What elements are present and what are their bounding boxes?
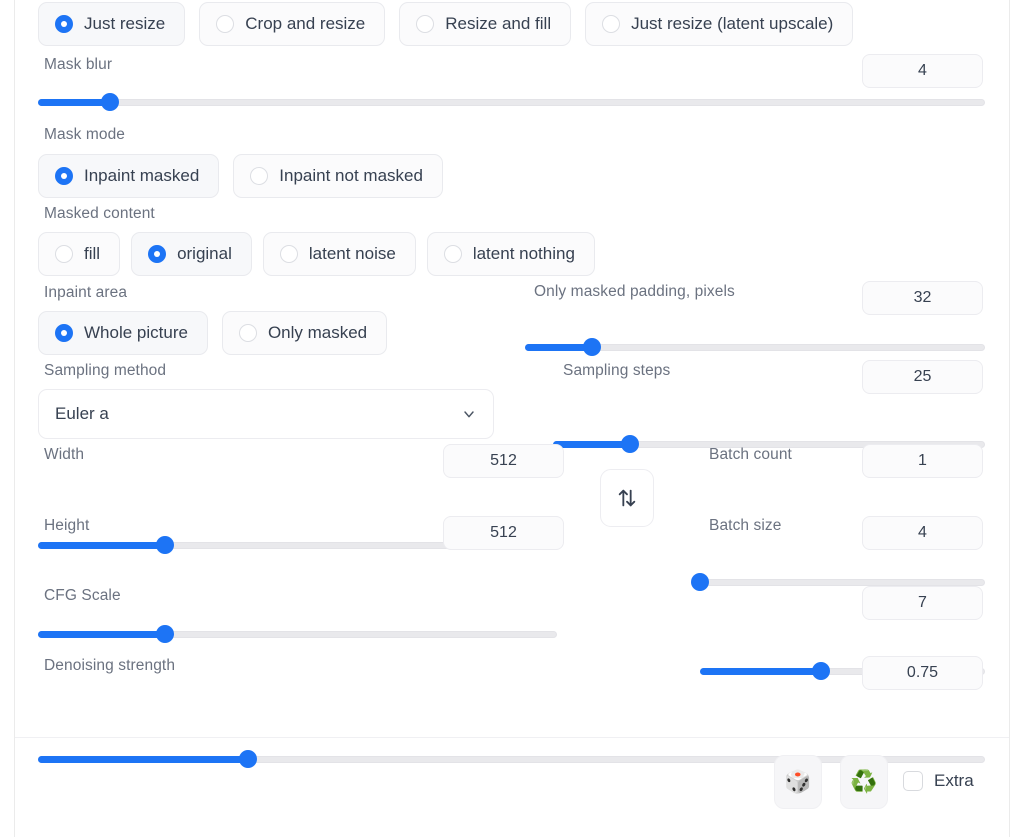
slider-track	[38, 99, 985, 106]
inpaint-area-option-label: Only masked	[267, 323, 368, 342]
radio-icon	[443, 245, 462, 263]
panel-left-border	[14, 0, 15, 837]
sampling-method-value: Euler a	[55, 404, 109, 423]
resize-mode-group: Just resize Crop and resize Resize and f…	[38, 2, 854, 46]
slider-track	[700, 579, 985, 586]
radio-icon	[238, 324, 257, 342]
mask-blur-value[interactable]: 4	[862, 54, 983, 88]
masked-content-option-latent-noise[interactable]: latent noise	[262, 232, 416, 276]
slider-fill	[38, 631, 166, 638]
radio-icon	[148, 245, 167, 263]
resize-mode-label: Just resize (latent upscale)	[631, 14, 834, 33]
resize-mode-option-crop-and-resize[interactable]: Crop and resize	[199, 2, 386, 46]
only-masked-padding-slider[interactable]	[525, 338, 985, 356]
inpaint-area-option-whole-picture[interactable]: Whole picture	[38, 311, 208, 355]
height-value[interactable]: 512	[443, 516, 564, 550]
slider-thumb[interactable]	[100, 93, 119, 111]
extra-checkbox[interactable]	[903, 771, 923, 791]
masked-content-label: Masked content	[44, 205, 155, 222]
masked-content-option-original[interactable]: original	[131, 232, 252, 276]
dice-icon: 🎲	[784, 769, 812, 794]
mask-mode-option-label: Inpaint not masked	[279, 166, 423, 185]
slider-thumb[interactable]	[620, 435, 639, 453]
resize-mode-option-resize-and-fill[interactable]: Resize and fill	[399, 2, 572, 46]
inpaint-area-group: Whole picture Only masked	[38, 311, 388, 355]
mask-mode-option-label: Inpaint masked	[84, 166, 200, 185]
slider-thumb[interactable]	[582, 338, 601, 356]
radio-icon	[602, 15, 621, 33]
resize-mode-label: Crop and resize	[245, 14, 366, 33]
batch-size-label: Batch size	[709, 517, 782, 534]
slider-thumb[interactable]	[691, 573, 709, 591]
inpaint-area-option-only-masked[interactable]: Only masked	[221, 311, 388, 355]
inpaint-area-option-label: Whole picture	[84, 323, 188, 342]
mask-mode-option-inpaint-masked[interactable]: Inpaint masked	[38, 154, 220, 198]
height-slider[interactable]	[38, 625, 557, 643]
mask-mode-group: Inpaint masked Inpaint not masked	[38, 154, 443, 198]
masked-content-group: fill original latent noise latent nothin…	[38, 232, 595, 276]
radio-icon	[55, 324, 73, 342]
radio-icon	[250, 167, 269, 185]
slider-fill	[700, 668, 822, 675]
panel-right-border	[1009, 0, 1010, 837]
sampling-steps-label: Sampling steps	[563, 362, 671, 379]
slider-fill	[38, 542, 166, 549]
denoising-strength-value[interactable]: 0.75	[862, 656, 983, 690]
random-seed-button[interactable]: 🎲	[774, 755, 822, 809]
radio-icon	[55, 245, 73, 263]
slider-thumb[interactable]	[239, 750, 258, 768]
img2img-settings-panel: Just resize Crop and resize Resize and f…	[0, 0, 1024, 837]
slider-fill	[38, 756, 249, 763]
masked-content-option-label: fill	[84, 244, 101, 263]
mask-mode-option-inpaint-not-masked[interactable]: Inpaint not masked	[233, 154, 443, 198]
only-masked-padding-label: Only masked padding, pixels	[534, 283, 735, 300]
slider-thumb[interactable]	[156, 536, 175, 554]
masked-content-option-label: latent nothing	[472, 244, 575, 263]
sampling-steps-value[interactable]: 25	[862, 360, 983, 394]
cfg-scale-label: CFG Scale	[44, 587, 121, 604]
masked-content-option-latent-nothing[interactable]: latent nothing	[426, 232, 595, 276]
batch-count-value[interactable]: 1	[862, 444, 983, 478]
masked-content-option-label: original	[177, 244, 232, 263]
inpaint-area-label: Inpaint area	[44, 284, 128, 301]
sampling-method-label: Sampling method	[44, 362, 167, 379]
mask-blur-label: Mask blur	[44, 56, 113, 73]
radio-icon	[279, 245, 298, 263]
masked-content-option-fill[interactable]: fill	[38, 232, 121, 276]
radio-icon	[55, 15, 73, 33]
slider-thumb[interactable]	[812, 662, 831, 680]
radio-icon	[416, 15, 435, 33]
resize-mode-option-latent-upscale[interactable]: Just resize (latent upscale)	[585, 2, 854, 46]
width-label: Width	[44, 446, 85, 463]
resize-mode-label: Just resize	[84, 14, 166, 33]
radio-icon	[55, 167, 73, 185]
slider-fill	[525, 344, 592, 351]
radio-icon	[216, 15, 235, 33]
extra-label: Extra	[934, 771, 974, 790]
masked-content-option-label: latent noise	[308, 244, 396, 263]
mask-blur-slider[interactable]	[38, 93, 985, 111]
resize-mode-option-just-resize[interactable]: Just resize	[38, 2, 186, 46]
swap-dimensions-icon	[618, 489, 636, 507]
resize-mode-label: Resize and fill	[445, 14, 552, 33]
seed-section-divider	[15, 737, 1009, 738]
denoising-strength-label: Denoising strength	[44, 657, 176, 674]
slider-thumb[interactable]	[156, 625, 175, 643]
chevron-down-icon	[461, 406, 477, 422]
sampling-method-dropdown[interactable]: Euler a	[38, 389, 494, 439]
reuse-seed-button[interactable]: ♻️	[840, 755, 888, 809]
slider-fill	[553, 441, 630, 448]
slider-fill	[38, 99, 110, 106]
extra-seed-checkbox-group[interactable]: Extra	[903, 771, 974, 791]
swap-dimensions-button[interactable]	[600, 469, 654, 527]
batch-size-value[interactable]: 4	[862, 516, 983, 550]
batch-count-label: Batch count	[709, 446, 792, 463]
height-label: Height	[44, 517, 90, 534]
recycle-icon: ♻️	[850, 769, 878, 794]
width-value[interactable]: 512	[443, 444, 564, 478]
cfg-scale-value[interactable]: 7	[862, 586, 983, 620]
only-masked-padding-value[interactable]: 32	[862, 281, 983, 315]
mask-mode-label: Mask mode	[44, 126, 126, 143]
